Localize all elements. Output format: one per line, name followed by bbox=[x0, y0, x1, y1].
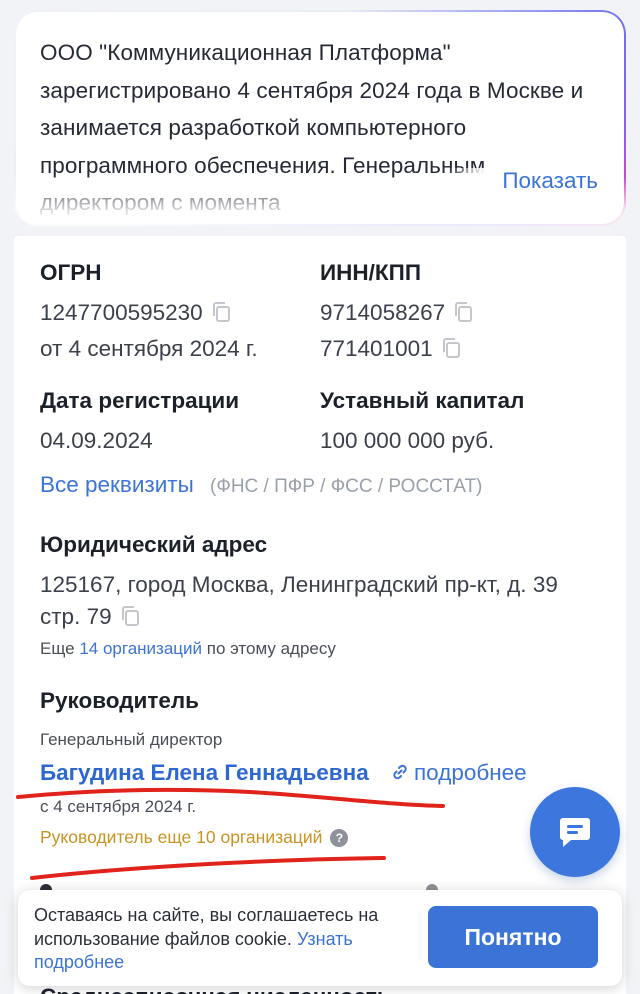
next-section-heading: Среднесписочная численность bbox=[40, 984, 391, 994]
cookie-text-block: Оставаясь на сайте, вы соглашаетесь на и… bbox=[34, 904, 394, 975]
ogrn-label: ОГРН bbox=[40, 260, 102, 285]
copy-icon[interactable] bbox=[211, 301, 231, 323]
cookie-accept-button[interactable]: Понятно bbox=[428, 906, 598, 968]
copy-icon[interactable] bbox=[120, 605, 140, 627]
requisites-sources: (ФНС / ПФР / ФСС / РОССТАТ) bbox=[210, 476, 483, 497]
summary-card: ООО "Коммуникационная Платформа" зарегис… bbox=[14, 10, 626, 226]
head-name-link[interactable]: Багудина Елена Геннадьевна bbox=[40, 760, 369, 786]
inn-row: 9714058267 bbox=[320, 300, 473, 326]
link-icon bbox=[390, 762, 410, 788]
reg-date-value: 04.09.2024 bbox=[40, 428, 153, 453]
same-address-prefix: Еще bbox=[40, 639, 75, 658]
help-icon[interactable]: ? bbox=[330, 829, 349, 847]
copy-icon[interactable] bbox=[453, 301, 473, 323]
inn-value[interactable]: 9714058267 bbox=[320, 300, 445, 325]
ogrn-date: от 4 сентября 2024 г. bbox=[40, 336, 258, 361]
capital-value: 100 000 000 руб. bbox=[320, 428, 495, 453]
head-other-orgs-row[interactable]: Руководитель еще 10 организаций? bbox=[40, 827, 349, 848]
show-more-link[interactable]: Показать bbox=[446, 168, 598, 194]
address-line2-row: стр. 79 bbox=[40, 604, 140, 630]
chat-icon bbox=[560, 818, 590, 847]
head-label: Руководитель bbox=[40, 688, 199, 713]
kpp-value[interactable]: 771401001 bbox=[320, 336, 433, 361]
capital-label: Уставный капитал bbox=[320, 388, 525, 413]
all-requisites-row: Все реквизиты (ФНС / ПФР / ФСС / РОССТАТ… bbox=[40, 472, 482, 498]
address-label: Юридический адрес bbox=[40, 532, 268, 557]
same-address-orgs-link[interactable]: 14 организаций bbox=[79, 639, 202, 658]
address-line2: стр. 79 bbox=[40, 604, 112, 629]
ogrn-value[interactable]: 1247700595230 bbox=[40, 300, 203, 325]
head-position: Генеральный директор bbox=[40, 730, 223, 749]
cookie-banner: Оставаясь на сайте, вы соглашаетесь на и… bbox=[18, 890, 622, 986]
reg-date-label: Дата регистрации bbox=[40, 388, 240, 413]
address-line1: 125167, город Москва, Ленинградский пр-к… bbox=[40, 572, 558, 597]
head-other-orgs-link[interactable]: Руководитель еще 10 организаций bbox=[40, 827, 322, 847]
head-since: с 4 сентября 2024 г. bbox=[40, 797, 197, 816]
same-address-row: Еще 14 организаций по этому адресу bbox=[40, 639, 336, 659]
kpp-row: 771401001 bbox=[320, 336, 461, 362]
inn-kpp-label: ИНН/КПП bbox=[320, 260, 421, 285]
chat-button[interactable] bbox=[530, 787, 620, 877]
same-address-suffix: по этому адресу bbox=[206, 639, 336, 658]
head-details-row[interactable]: подробнее bbox=[390, 760, 527, 788]
company-details-card: ОГРН 1247700595230 от 4 сентября 2024 г.… bbox=[14, 236, 626, 994]
head-details-link[interactable]: подробнее bbox=[414, 760, 527, 785]
ogrn-value-row: 1247700595230 bbox=[40, 300, 231, 326]
all-requisites-link[interactable]: Все реквизиты bbox=[40, 472, 194, 497]
copy-icon[interactable] bbox=[441, 337, 461, 359]
